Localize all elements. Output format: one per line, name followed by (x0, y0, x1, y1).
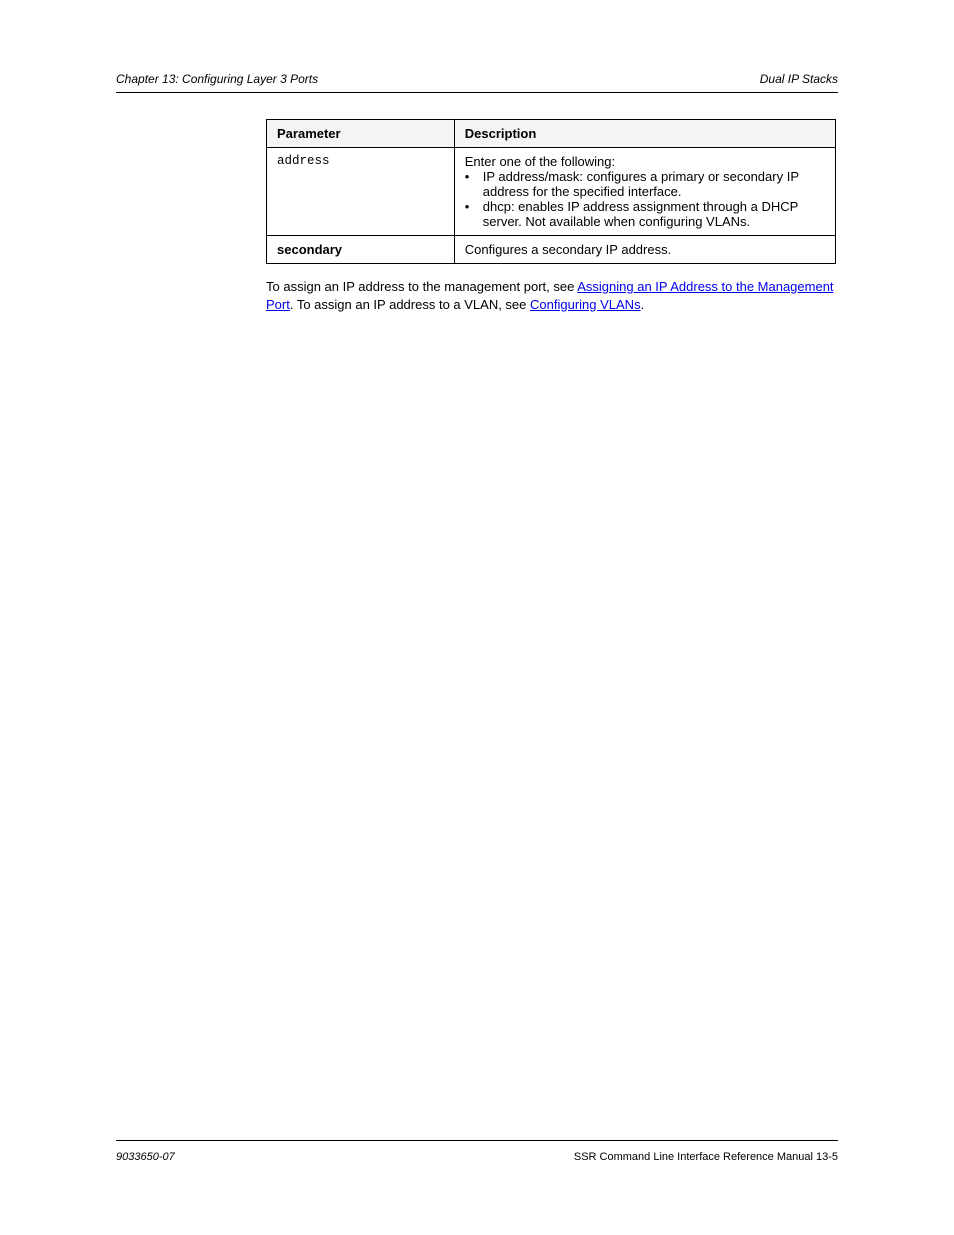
col-header-parameter: Parameter (267, 120, 455, 148)
bullet-marker: • (465, 169, 483, 199)
parameter-table-wrap: Parameter Description address Enter one … (266, 119, 836, 264)
desc-cell-secondary: Configures a secondary IP address. (454, 236, 835, 264)
table-row: secondary Configures a secondary IP addr… (267, 236, 836, 264)
bullet-item: • dhcp: enables IP address assignment th… (465, 199, 825, 229)
bullet-marker: • (465, 199, 483, 229)
note-prefix: To assign an IP address to the managemen… (266, 279, 577, 294)
header-topic: Dual IP Stacks (760, 72, 838, 86)
bullet-item: • IP address/mask: configures a primary … (465, 169, 825, 199)
table-row: address Enter one of the following: • IP… (267, 148, 836, 236)
col-header-description: Description (454, 120, 835, 148)
link-configuring-vlans[interactable]: Configuring VLANs (530, 297, 641, 312)
header-chapter: Chapter 13: Configuring Layer 3 Ports (116, 72, 318, 86)
desc-intro: Enter one of the following: (465, 154, 825, 169)
bullet-text: dhcp: enables IP address assignment thro… (483, 199, 825, 229)
footer-page-label: SSR Command Line Interface Reference Man… (574, 1151, 838, 1163)
parameter-table: Parameter Description address Enter one … (266, 119, 836, 264)
page-footer: 9033650-07 SSR Command Line Interface Re… (116, 1140, 838, 1163)
page-header: Chapter 13: Configuring Layer 3 Ports Du… (116, 72, 838, 93)
note-suffix: . To assign an IP address to a VLAN, see (290, 297, 530, 312)
bullet-text: IP address/mask: configures a primary or… (483, 169, 825, 199)
cross-reference-note: To assign an IP address to the managemen… (266, 278, 838, 313)
desc-cell-address: Enter one of the following: • IP address… (454, 148, 835, 236)
note-tail: . (641, 297, 645, 312)
footer-doc-number: 9033650-07 (116, 1151, 175, 1163)
param-cell-address: address (267, 148, 455, 236)
param-cell-secondary: secondary (267, 236, 455, 264)
table-header-row: Parameter Description (267, 120, 836, 148)
